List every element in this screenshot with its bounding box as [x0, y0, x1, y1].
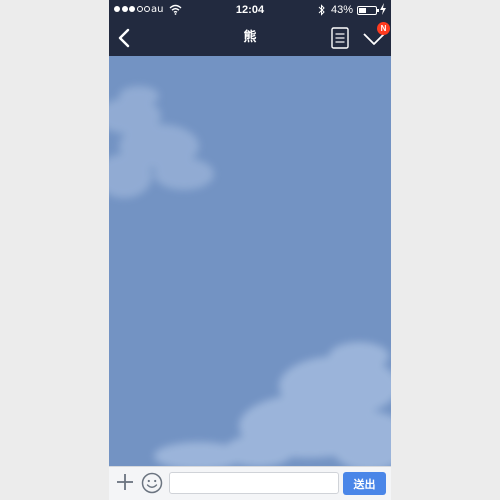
battery-percent: 43%	[331, 4, 354, 16]
battery-nub	[377, 9, 379, 12]
plus-icon[interactable]	[115, 472, 135, 492]
chat-area[interactable]	[109, 56, 391, 471]
phone-screen: au 12:04 43% 熊 N 送出	[109, 0, 391, 500]
battery-fill	[359, 8, 366, 13]
message-composer: 送出	[109, 466, 391, 500]
top-bar: au 12:04 43% 熊 N	[109, 0, 391, 56]
bluetooth-icon	[318, 4, 325, 16]
new-badge: N	[377, 22, 390, 35]
smiley-icon[interactable]	[141, 472, 163, 494]
send-button[interactable]: 送出	[343, 472, 386, 495]
battery-icon	[357, 6, 379, 15]
chat-header: 熊 N	[109, 20, 391, 56]
note-icon[interactable]	[331, 27, 349, 49]
charging-bolt-icon	[380, 3, 386, 15]
status-bar: au 12:04 43%	[109, 0, 391, 20]
sky-cloud-background	[109, 56, 391, 471]
message-input[interactable]	[169, 472, 339, 494]
